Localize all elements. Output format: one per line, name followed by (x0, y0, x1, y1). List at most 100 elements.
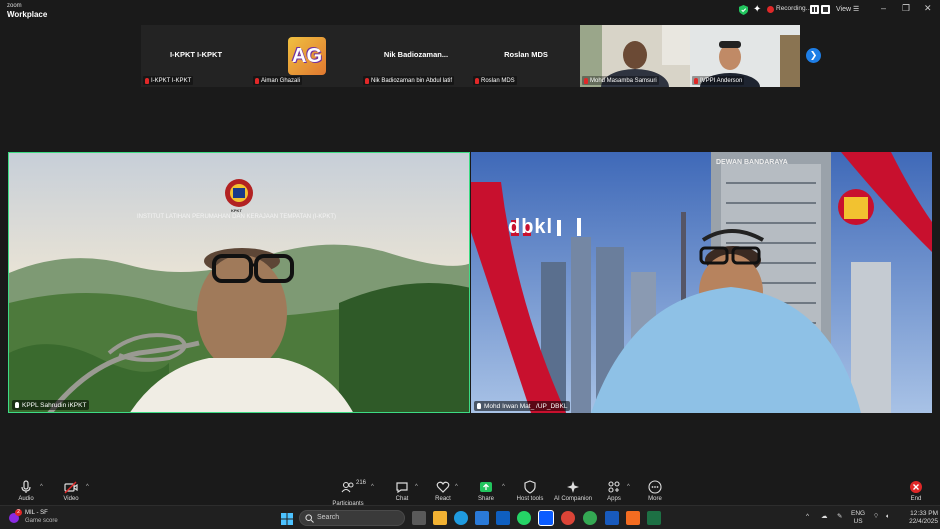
encryption-shield-icon[interactable] (739, 5, 748, 15)
dbkl-logo-text: dbkl (508, 216, 554, 238)
close-icon[interactable]: ✕ (924, 3, 932, 14)
chrome-icon[interactable] (561, 511, 575, 525)
video-options-chevron-icon[interactable]: ^ (86, 484, 89, 490)
pause-recording-button[interactable] (810, 5, 819, 14)
participant-tile[interactable]: Roslan MDS Roslan MDS (471, 25, 581, 87)
participant-video-tile[interactable]: dbkl DEWAN BANDARAYA Mohd Irwan Mat_ /UP… (471, 152, 932, 413)
recording-indicator-icon (767, 6, 774, 13)
ai-companion-button[interactable]: AI Companion (550, 480, 596, 502)
brand-line1: zoom (7, 3, 22, 9)
more-label: More (648, 496, 662, 502)
brand-line2: Workplace (7, 10, 48, 19)
pen-icon[interactable]: ✎ (837, 513, 842, 521)
store-icon[interactable] (475, 511, 489, 525)
clock[interactable]: 12:33 PM 22/4/2025 (900, 510, 938, 526)
view-label: View (836, 6, 852, 13)
react-label: React (435, 496, 451, 502)
zoom-app-icon[interactable] (538, 510, 554, 526)
search-icon (305, 514, 314, 523)
meeting-toolbar: Audio ^ Video ^ 216 Participants ^ Chat … (0, 477, 940, 507)
participant-video-tile[interactable]: Mohd Masamba Samsuri (580, 25, 690, 105)
apps-label: Apps (607, 496, 621, 502)
task-view-icon[interactable] (412, 511, 426, 525)
title-bar: zoom Workplace ✦ Recording... View ☰ – ❐… (0, 0, 940, 20)
react-options-chevron-icon[interactable]: ^ (455, 484, 458, 490)
windows-logo-icon (281, 513, 293, 525)
muted-mic-icon (365, 77, 369, 84)
file-explorer-icon[interactable] (433, 511, 447, 525)
mic-icon (477, 403, 481, 409)
participant-tile[interactable]: Nik Badiozaman... Nik Badiozaman bin Abd… (361, 25, 471, 87)
participant-video-tile[interactable]: IVPPI Anderson (690, 25, 800, 101)
app-orange-icon[interactable] (626, 511, 640, 525)
whatsapp-icon[interactable] (517, 511, 531, 525)
chat-options-chevron-icon[interactable]: ^ (415, 484, 418, 490)
lang-line2: US (853, 518, 863, 525)
host-tools-label: Host tools (516, 496, 544, 502)
participant-label: Aiman Ghazali (253, 76, 303, 85)
more-button[interactable]: More (633, 480, 677, 502)
host-tools-shield-icon (524, 480, 536, 494)
chat-icon (396, 482, 408, 494)
recording-label: Recording... (776, 5, 812, 12)
restore-icon[interactable]: ❐ (902, 3, 910, 14)
microphone-icon (21, 480, 31, 493)
cloud-icon[interactable]: ☁ (821, 513, 828, 521)
windows-taskbar: 2 MIL - SF Game score Search ^ ☁ ✎ ENG U… (0, 505, 940, 529)
participant-display-name: I-KPKT I-KPKT (169, 50, 223, 59)
video-off-icon (64, 481, 78, 494)
taskbar-search-box[interactable]: Search (299, 510, 405, 526)
virtual-background-city (471, 152, 932, 413)
search-placeholder: Search (317, 514, 340, 521)
minimize-icon[interactable]: – (881, 3, 886, 13)
participants-options-chevron-icon[interactable]: ^ (371, 484, 374, 490)
end-call-icon (910, 481, 922, 493)
active-speaker-video-tile[interactable]: INSTITUT LATIHAN PERUMAHAN DAN KERAJAAN … (8, 152, 470, 413)
show-hidden-icons-chevron-icon[interactable]: ^ (806, 513, 809, 521)
zoom-workplace-logo: zoom Workplace (7, 3, 47, 19)
clock-date: 22/4/2025 (909, 518, 938, 525)
next-page-arrow-icon[interactable]: ❯ (806, 48, 821, 63)
chrome-profile-icon[interactable] (583, 511, 597, 525)
tower-sign-text: DEWAN BANDARAYA (716, 159, 788, 166)
input-language-indicator[interactable]: ENG US (851, 510, 865, 526)
weather-widget[interactable]: 2 MIL - SF Game score (7, 509, 77, 527)
participant-name-label: KPPL Sahrudin iKPKT (12, 400, 90, 410)
weather-line2: Game score (25, 518, 58, 524)
muted-mic-icon (255, 77, 259, 84)
background-emblem-label: KPKT (231, 208, 242, 213)
excel-icon[interactable] (647, 511, 661, 525)
muted-mic-icon (694, 77, 698, 84)
ai-sparkle-icon[interactable]: ✦ (753, 4, 761, 15)
share-options-chevron-icon[interactable]: ^ (502, 484, 505, 490)
apps-options-chevron-icon[interactable]: ^ (627, 484, 630, 490)
react-button[interactable]: React (421, 480, 465, 502)
outlook-icon[interactable] (496, 511, 510, 525)
end-meeting-button[interactable]: End (894, 480, 938, 502)
participants-button[interactable]: 216 Participants (326, 480, 370, 507)
wifi-icon[interactable]: ⌔ (873, 513, 879, 521)
participant-label: Nik Badiozaman bin Abdul latif (363, 76, 455, 85)
react-heart-icon (436, 481, 450, 493)
speaker-icon[interactable]: 🔈︎ (886, 513, 890, 521)
background-institute-text: INSTITUT LATIHAN PERUMAHAN DAN KERAJAAN … (137, 214, 337, 220)
virtual-background-landscape (9, 153, 469, 412)
audio-label: Audio (18, 496, 34, 502)
muted-mic-icon (584, 77, 588, 84)
participants-icon (341, 481, 354, 493)
participant-label: IVPPI Anderson (692, 76, 745, 85)
notification-badge: 2 (15, 509, 22, 516)
more-dots-icon (648, 480, 662, 494)
edge-browser-icon[interactable] (454, 511, 468, 525)
host-tools-button[interactable]: Host tools (508, 480, 552, 502)
word-icon[interactable] (605, 511, 619, 525)
participant-count: 216 (356, 480, 367, 486)
participant-tile[interactable]: AG Aiman Ghazali (251, 25, 361, 87)
start-button[interactable] (281, 512, 293, 525)
participant-tile[interactable]: I-KPKT I-KPKT I-KPKT I-KPKT (141, 25, 251, 87)
audio-options-chevron-icon[interactable]: ^ (40, 484, 43, 490)
view-button[interactable]: View ☰ (836, 5, 859, 13)
stop-recording-button[interactable] (821, 5, 830, 14)
weather-line1: MIL - SF (25, 510, 48, 516)
video-label: Video (63, 496, 79, 502)
